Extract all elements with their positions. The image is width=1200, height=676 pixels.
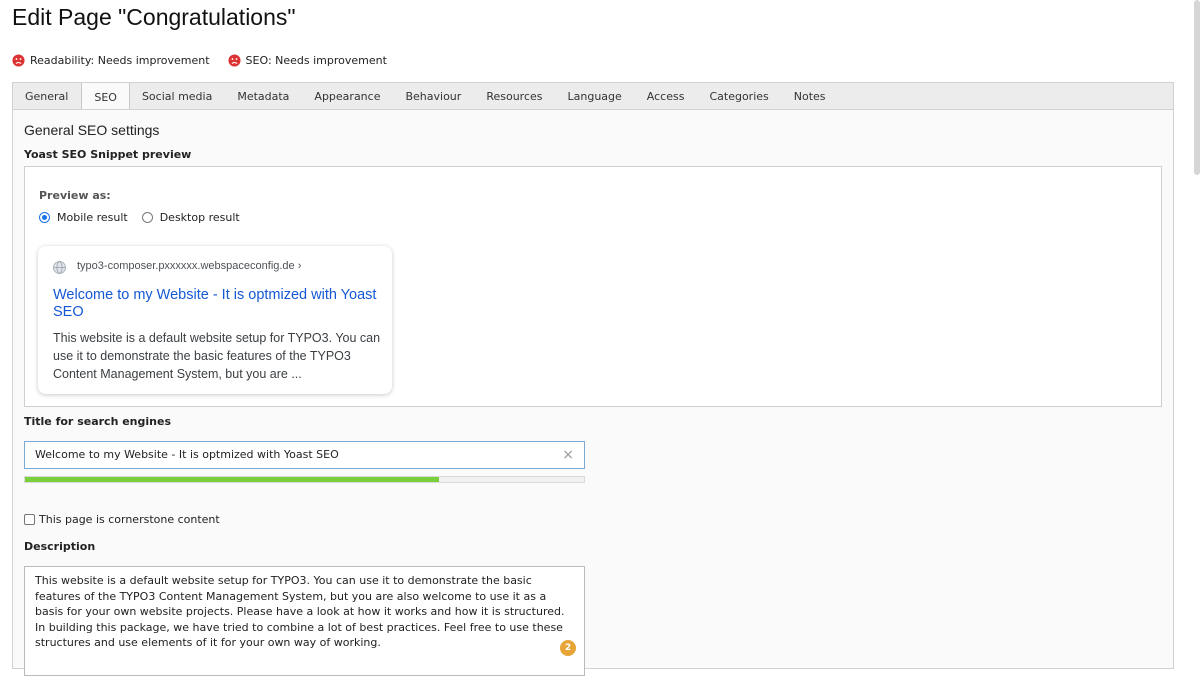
tab-general[interactable]: General — [13, 83, 81, 109]
tab-social-media[interactable]: Social media — [130, 83, 225, 109]
cornerstone-row: This page is cornerstone content — [24, 513, 220, 526]
snippet-preview: Preview as: Mobile result Desktop result… — [24, 166, 1162, 407]
tab-resources[interactable]: Resources — [474, 83, 555, 109]
description-count-badge: 2 — [560, 640, 576, 656]
mobile-result-radio[interactable] — [39, 212, 50, 223]
desktop-result-radio[interactable] — [141, 212, 153, 223]
tab-language[interactable]: Language — [556, 83, 635, 109]
serp-url: typo3-composer.pxxxxxx.webspaceconfig.de… — [77, 260, 302, 272]
readability-rating: Readability: Needs improvement — [12, 54, 210, 67]
description-label: Description — [24, 540, 96, 553]
clear-icon[interactable]: × — [562, 442, 574, 468]
title-length-progress-fill — [25, 477, 439, 482]
seo-panel: General SEO settings Yoast SEO Snippet p… — [12, 109, 1174, 676]
title-label: Title for search engines — [24, 415, 172, 428]
title-length-progress — [24, 476, 585, 483]
globe-icon — [53, 261, 66, 274]
tab-behaviour[interactable]: Behaviour — [393, 83, 474, 109]
tab-categories[interactable]: Categories — [697, 83, 781, 109]
preview-mode-group: Mobile result Desktop result — [39, 211, 254, 224]
snippet-preview-label: Yoast SEO Snippet preview — [24, 148, 192, 161]
readability-label: Readability: Needs improvement — [30, 54, 210, 67]
tab-appearance[interactable]: Appearance — [302, 83, 393, 109]
sad-face-icon — [12, 54, 25, 67]
seo-rating: SEO: Needs improvement — [228, 54, 387, 67]
desktop-result-label[interactable]: Desktop result — [160, 211, 240, 224]
page-scrollbar[interactable] — [1194, 0, 1200, 175]
tab-seo[interactable]: SEO — [81, 83, 130, 111]
serp-description: This website is a default website setup … — [53, 331, 381, 381]
preview-as-label: Preview as: — [39, 189, 111, 202]
serp-mobile-card: typo3-composer.pxxxxxx.webspaceconfig.de… — [38, 246, 392, 394]
tab-bar: General SEO Social media Metadata Appear… — [12, 82, 1174, 111]
mobile-result-label[interactable]: Mobile result — [57, 211, 128, 224]
serp-title: Welcome to my Website - It is optmized w… — [53, 287, 377, 320]
tab-access[interactable]: Access — [635, 83, 698, 109]
cornerstone-checkbox[interactable] — [24, 514, 35, 525]
section-heading: General SEO settings — [24, 122, 160, 138]
seo-title-value[interactable]: Welcome to my Website - It is optmized w… — [35, 448, 339, 461]
seo-label: SEO: Needs improvement — [245, 54, 387, 67]
seo-title-input[interactable]: Welcome to my Website - It is optmized w… — [24, 441, 585, 469]
tab-metadata[interactable]: Metadata — [225, 83, 302, 109]
tab-notes[interactable]: Notes — [782, 83, 839, 109]
page-title: Edit Page "Congratulations" — [12, 4, 296, 30]
sad-face-icon — [228, 54, 241, 67]
cornerstone-label[interactable]: This page is cornerstone content — [39, 513, 220, 526]
seo-ratings: Readability: Needs improvement SEO: Need… — [12, 54, 387, 67]
description-textarea[interactable]: This website is a default website setup … — [24, 566, 585, 676]
